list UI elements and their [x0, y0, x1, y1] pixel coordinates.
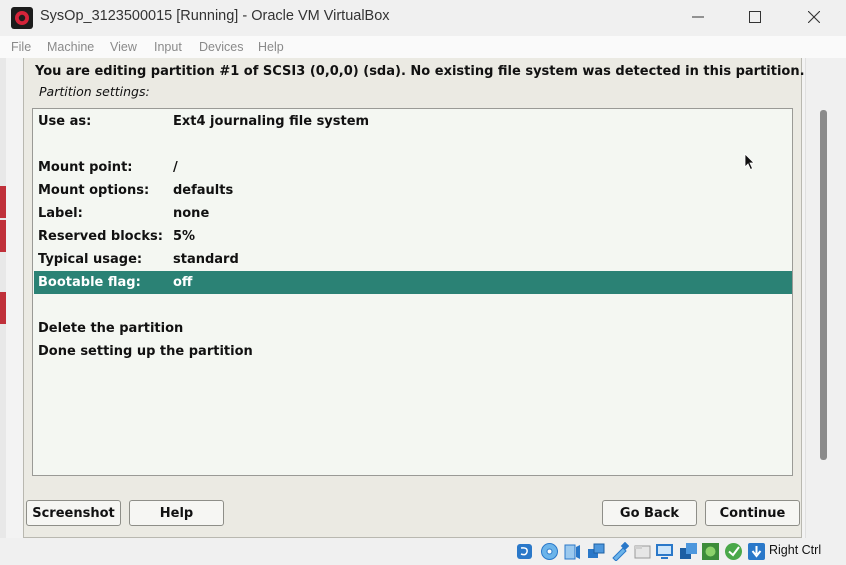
setting-use-as[interactable]: Use as: Ext4 journaling file system	[34, 110, 792, 133]
setting-label: Mount options:	[38, 183, 150, 198]
setting-label-field[interactable]: Label: none	[34, 202, 792, 225]
mouse-integration-icon[interactable]	[724, 542, 743, 561]
virtualbox-app-icon	[11, 7, 33, 29]
network-icon[interactable]	[587, 542, 606, 561]
minimize-icon	[692, 16, 704, 18]
video-capture-icon[interactable]	[679, 542, 698, 561]
maximize-button[interactable]	[727, 0, 783, 34]
partition-settings-list[interactable]: Use as: Ext4 journaling file system Moun…	[32, 108, 793, 476]
setting-label: Mount point:	[38, 160, 133, 175]
setting-mount-point[interactable]: Mount point: /	[34, 156, 792, 179]
setting-value: off	[173, 275, 193, 290]
setting-value: defaults	[173, 183, 234, 198]
menu-file[interactable]: File	[11, 40, 31, 54]
keyboard-capture-icon[interactable]	[747, 542, 766, 561]
minimize-button[interactable]	[670, 0, 726, 34]
optical-disk-icon[interactable]	[540, 542, 559, 561]
menu-bar: File Machine View Input Devices Help	[0, 36, 846, 58]
title-bar: SysOp_3123500015 [Running] - Oracle VM V…	[0, 0, 846, 36]
go-back-button[interactable]: Go Back	[602, 500, 697, 526]
setting-typical-usage[interactable]: Typical usage: standard	[34, 248, 792, 271]
setting-reserved-blocks[interactable]: Reserved blocks: 5%	[34, 225, 792, 248]
delete-partition-action[interactable]: Delete the partition	[34, 317, 792, 340]
menu-input[interactable]: Input	[154, 40, 182, 54]
setting-bootable-flag[interactable]: Bootable flag: off	[34, 271, 792, 294]
setting-mount-options[interactable]: Mount options: defaults	[34, 179, 792, 202]
menu-machine[interactable]: Machine	[47, 40, 94, 54]
action-label: Done setting up the partition	[38, 344, 253, 359]
usb-icon[interactable]	[610, 542, 629, 561]
setting-value: Ext4 journaling file system	[173, 114, 370, 129]
setting-label: Bootable flag:	[38, 275, 141, 290]
menu-view[interactable]: View	[110, 40, 137, 54]
setting-value: 5%	[173, 229, 196, 244]
setting-label: Label:	[38, 206, 83, 221]
host-key-label: Right Ctrl	[769, 543, 822, 557]
setting-label: Use as:	[38, 114, 92, 129]
setting-label: Reserved blocks:	[38, 229, 163, 244]
close-icon	[808, 11, 820, 23]
shared-folders-icon[interactable]	[633, 542, 652, 561]
action-label: Delete the partition	[38, 321, 184, 336]
display-icon[interactable]	[655, 542, 674, 561]
close-button[interactable]	[786, 0, 842, 34]
audio-icon[interactable]	[563, 542, 582, 561]
setting-value: standard	[173, 252, 239, 267]
partition-settings-label: Partition settings:	[39, 84, 150, 99]
vertical-scrollbar[interactable]	[820, 110, 827, 460]
screenshot-button[interactable]: Screenshot	[26, 500, 121, 526]
help-button[interactable]: Help	[129, 500, 224, 526]
hard-disk-icon[interactable]	[515, 542, 534, 561]
continue-button[interactable]: Continue	[705, 500, 800, 526]
setting-label: Typical usage:	[38, 252, 143, 267]
mouse-pointer-icon	[744, 153, 755, 171]
menu-help[interactable]: Help	[258, 40, 284, 54]
done-partition-action[interactable]: Done setting up the partition	[34, 340, 792, 363]
window-title: SysOp_3123500015 [Running] - Oracle VM V…	[40, 8, 390, 24]
status-bar	[0, 538, 846, 565]
setting-value: none	[173, 206, 210, 221]
recording-icon[interactable]	[701, 542, 720, 561]
partition-heading: You are editing partition #1 of SCSI3 (0…	[35, 64, 805, 79]
menu-devices[interactable]: Devices	[199, 40, 243, 54]
host-window-strip-left	[0, 58, 6, 538]
setting-value: /	[173, 160, 178, 175]
maximize-icon	[749, 11, 761, 23]
